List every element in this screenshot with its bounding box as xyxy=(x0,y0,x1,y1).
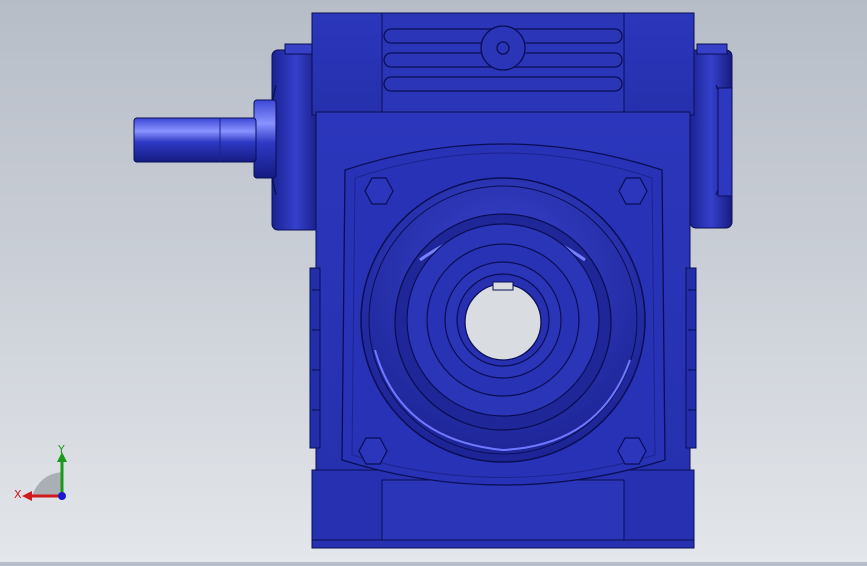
input-shaft xyxy=(133,117,257,163)
right-flange xyxy=(689,43,733,229)
coordinate-triad[interactable]: Y X xyxy=(10,440,80,510)
z-axis-dot xyxy=(58,492,66,500)
y-axis-label: Y xyxy=(57,443,65,456)
gearbox-model[interactable] xyxy=(0,0,867,562)
x-axis-head xyxy=(22,491,32,501)
graphics-viewport[interactable]: Y X xyxy=(0,0,867,562)
x-axis-label: X xyxy=(14,488,22,501)
triad-plane xyxy=(32,472,62,496)
left-flange xyxy=(253,43,321,231)
